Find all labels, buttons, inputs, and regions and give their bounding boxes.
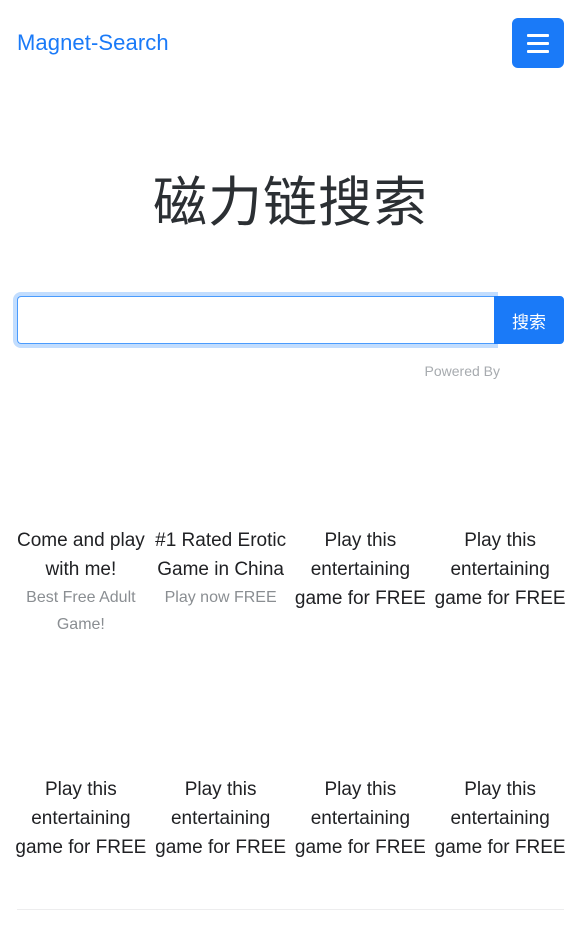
ad-title: Play this entertaining game for FREE — [434, 530, 566, 609]
ad-card[interactable]: Come and play with me! Best Free Adult Ga… — [11, 386, 151, 635]
ad-title: Play this entertaining game for FREE — [155, 779, 287, 858]
page-root: Magnet-Search 磁力链搜索 搜索 Powered By Come a… — [0, 0, 581, 930]
ad-thumbnail — [290, 635, 431, 775]
ad-text-block: Play this entertaining game for FREE — [291, 526, 431, 613]
ad-card[interactable]: Play this entertaining game for FREE — [11, 635, 151, 884]
ad-thumbnail — [150, 386, 291, 526]
ad-thumbnail — [11, 635, 151, 775]
ad-thumbnail — [150, 635, 291, 775]
ad-thumbnail — [11, 386, 151, 526]
ad-thumbnail — [430, 386, 570, 526]
ad-card[interactable]: Play this entertaining game for FREE — [290, 635, 431, 884]
ad-card[interactable]: Play this entertaining game for FREE — [430, 635, 570, 884]
search-input[interactable] — [17, 296, 494, 344]
ad-text-block: Play this entertaining game for FREE — [11, 775, 151, 862]
hamburger-menu-icon-bar-1 — [527, 33, 549, 37]
footer-divider — [17, 909, 564, 910]
ad-text-block: Play this entertaining game for FREE — [291, 775, 431, 862]
ad-card[interactable]: #1 Rated Erotic Game in China Play now FR… — [150, 386, 291, 635]
ad-thumbnail — [290, 386, 431, 526]
ad-card[interactable]: Play this entertaining game for FREE — [150, 635, 291, 884]
ad-text-block: #1 Rated Erotic Game in China Play now FR… — [151, 526, 291, 611]
ad-title: #1 Rated Erotic Game in China — [155, 530, 287, 580]
ad-subtitle: Play now FREE — [164, 589, 277, 606]
navbar-toggle-button[interactable] — [512, 18, 564, 68]
ad-title: Play this entertaining game for FREE — [294, 530, 426, 609]
page-title: 磁力链搜索 — [153, 173, 428, 233]
ad-title: Play this entertaining game for FREE — [434, 779, 566, 858]
ad-text-block: Play this entertaining game for FREE — [430, 526, 570, 613]
search-bar: 搜索 — [17, 296, 564, 344]
hamburger-menu-icon-bar-3 — [527, 49, 549, 53]
navbar: Magnet-Search — [0, 0, 581, 86]
hamburger-menu-icon-bar-2 — [527, 41, 549, 45]
ad-text-block: Play this entertaining game for FREE — [430, 775, 570, 862]
brand-link[interactable]: Magnet-Search — [17, 30, 169, 56]
ad-card[interactable]: Play this entertaining game for FREE — [430, 386, 570, 635]
powered-by-label: Powered By — [424, 363, 500, 379]
ad-title: Come and play with me! — [16, 530, 145, 580]
ad-subtitle: Best Free Adult Game! — [26, 589, 136, 633]
ad-card[interactable]: Play this entertaining game for FREE — [290, 386, 431, 635]
ad-text-block: Come and play with me! Best Free Adult Ga… — [11, 526, 151, 635]
ad-title: Play this entertaining game for FREE — [15, 779, 147, 858]
search-button[interactable]: 搜索 — [494, 296, 564, 344]
ad-text-block: Play this entertaining game for FREE — [151, 775, 291, 862]
ad-title: Play this entertaining game for FREE — [294, 779, 426, 858]
ad-thumbnail — [430, 635, 570, 775]
ad-grid: Come and play with me! Best Free Adult Ga… — [11, 386, 570, 884]
